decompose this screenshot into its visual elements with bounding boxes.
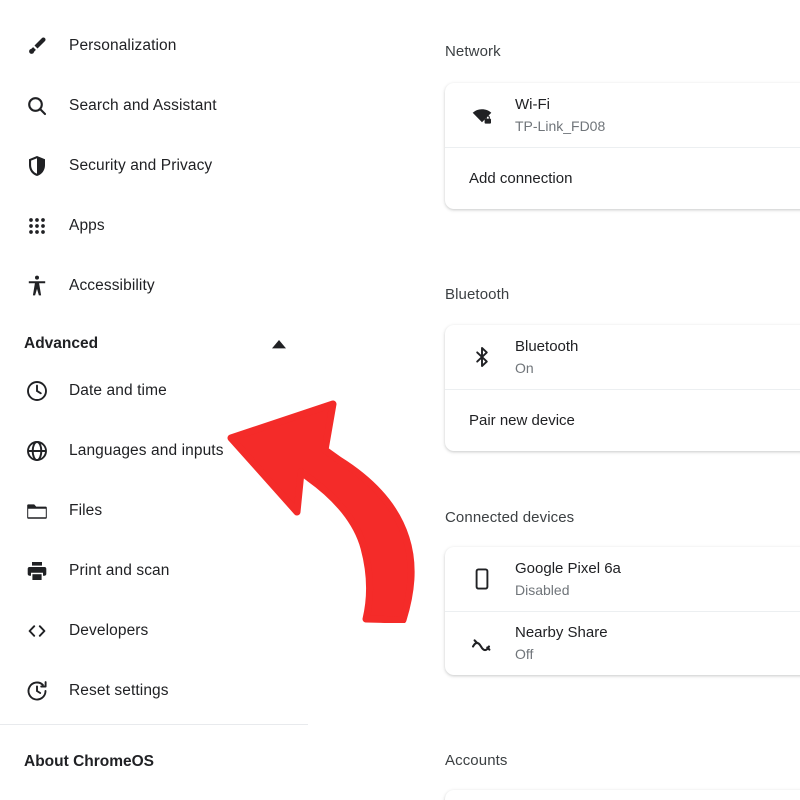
sidebar-item-personalization[interactable]: Personalization	[0, 22, 420, 70]
network-row-add-connection[interactable]: Add connection	[445, 147, 800, 209]
bluetooth-row-toggle[interactable]: Bluetooth On	[445, 325, 800, 389]
sidebar-item-label: Languages and inputs	[69, 442, 224, 460]
accounts-card	[445, 790, 800, 800]
sidebar-item-files[interactable]: Files	[0, 487, 420, 535]
row-subtitle: On	[515, 358, 578, 378]
settings-page: Personalization Search and Assistant Sec…	[0, 0, 800, 800]
sidebar-item-label: About ChromeOS	[24, 753, 154, 771]
bluetooth-row-pair-new-device[interactable]: Pair new device	[445, 389, 800, 451]
row-text: Wi-Fi TP-Link_FD08	[515, 94, 605, 136]
settings-sidebar: Personalization Search and Assistant Sec…	[0, 0, 420, 800]
sidebar-item-label: Date and time	[69, 382, 167, 400]
section-title-connected-devices: Connected devices	[445, 509, 574, 526]
sidebar-item-apps[interactable]: Apps	[0, 202, 420, 250]
row-subtitle: TP-Link_FD08	[515, 116, 605, 136]
connected-device-row-nearby-share[interactable]: Nearby Share Off	[445, 611, 800, 675]
sidebar-item-developers[interactable]: Developers	[0, 607, 420, 655]
sidebar-item-label: Reset settings	[69, 682, 169, 700]
bluetooth-icon	[467, 342, 497, 372]
sidebar-item-languages-and-inputs[interactable]: Languages and inputs	[0, 427, 420, 475]
network-card: Wi-Fi TP-Link_FD08 Add connection	[445, 83, 800, 209]
sidebar-item-search-and-assistant[interactable]: Search and Assistant	[0, 82, 420, 130]
nearby-share-icon	[467, 629, 497, 659]
sidebar-item-reset-settings[interactable]: Reset settings	[0, 667, 420, 715]
sidebar-item-label: Personalization	[69, 37, 176, 55]
sidebar-item-date-and-time[interactable]: Date and time	[0, 367, 420, 415]
shield-icon	[23, 152, 51, 180]
phone-icon	[467, 564, 497, 594]
settings-main-panel: Network Wi-Fi TP-Link_FD08 Add connectio…	[420, 0, 800, 800]
apps-grid-icon	[23, 212, 51, 240]
sidebar-item-label: Developers	[69, 622, 148, 640]
section-title-network: Network	[445, 43, 501, 60]
sidebar-item-label: Accessibility	[69, 277, 155, 295]
clock-icon	[23, 377, 51, 405]
sidebar-section-advanced[interactable]: Advanced	[0, 324, 308, 364]
network-row-wifi[interactable]: Wi-Fi TP-Link_FD08	[445, 83, 800, 147]
row-text: Bluetooth On	[515, 336, 578, 378]
sidebar-item-label: Files	[69, 502, 102, 520]
folder-icon	[23, 497, 51, 525]
code-brackets-icon	[23, 617, 51, 645]
sidebar-item-label: Security and Privacy	[69, 157, 212, 175]
sidebar-item-about-chromeos[interactable]: About ChromeOS	[0, 744, 420, 780]
sidebar-item-label: Print and scan	[69, 562, 170, 580]
row-title: Google Pixel 6a	[515, 558, 621, 580]
section-title-accounts: Accounts	[445, 752, 508, 769]
sidebar-item-security-and-privacy[interactable]: Security and Privacy	[0, 142, 420, 190]
bluetooth-card: Bluetooth On Pair new device	[445, 325, 800, 451]
row-text: Nearby Share Off	[515, 622, 608, 664]
sidebar-divider	[0, 724, 308, 725]
connected-devices-card: Google Pixel 6a Disabled Nearby Share Of…	[445, 547, 800, 675]
globe-icon	[23, 437, 51, 465]
row-title: Nearby Share	[515, 622, 608, 644]
row-title: Bluetooth	[515, 336, 578, 358]
section-title-bluetooth: Bluetooth	[445, 286, 509, 303]
printer-icon	[23, 557, 51, 585]
brush-icon	[23, 32, 51, 60]
accessibility-icon	[23, 272, 51, 300]
sidebar-item-label: Search and Assistant	[69, 97, 217, 115]
sidebar-item-accessibility[interactable]: Accessibility	[0, 262, 420, 310]
sidebar-section-label: Advanced	[24, 335, 98, 353]
sidebar-item-label: Apps	[69, 217, 105, 235]
row-title: Wi-Fi	[515, 94, 605, 116]
connected-device-row-google-pixel-6a[interactable]: Google Pixel 6a Disabled	[445, 547, 800, 611]
search-icon	[23, 92, 51, 120]
restore-icon	[23, 677, 51, 705]
row-text: Google Pixel 6a Disabled	[515, 558, 621, 600]
chevron-up-icon[interactable]	[272, 340, 286, 349]
sidebar-item-print-and-scan[interactable]: Print and scan	[0, 547, 420, 595]
row-subtitle: Off	[515, 644, 608, 664]
row-subtitle: Disabled	[515, 580, 621, 600]
wifi-locked-icon	[467, 100, 497, 130]
